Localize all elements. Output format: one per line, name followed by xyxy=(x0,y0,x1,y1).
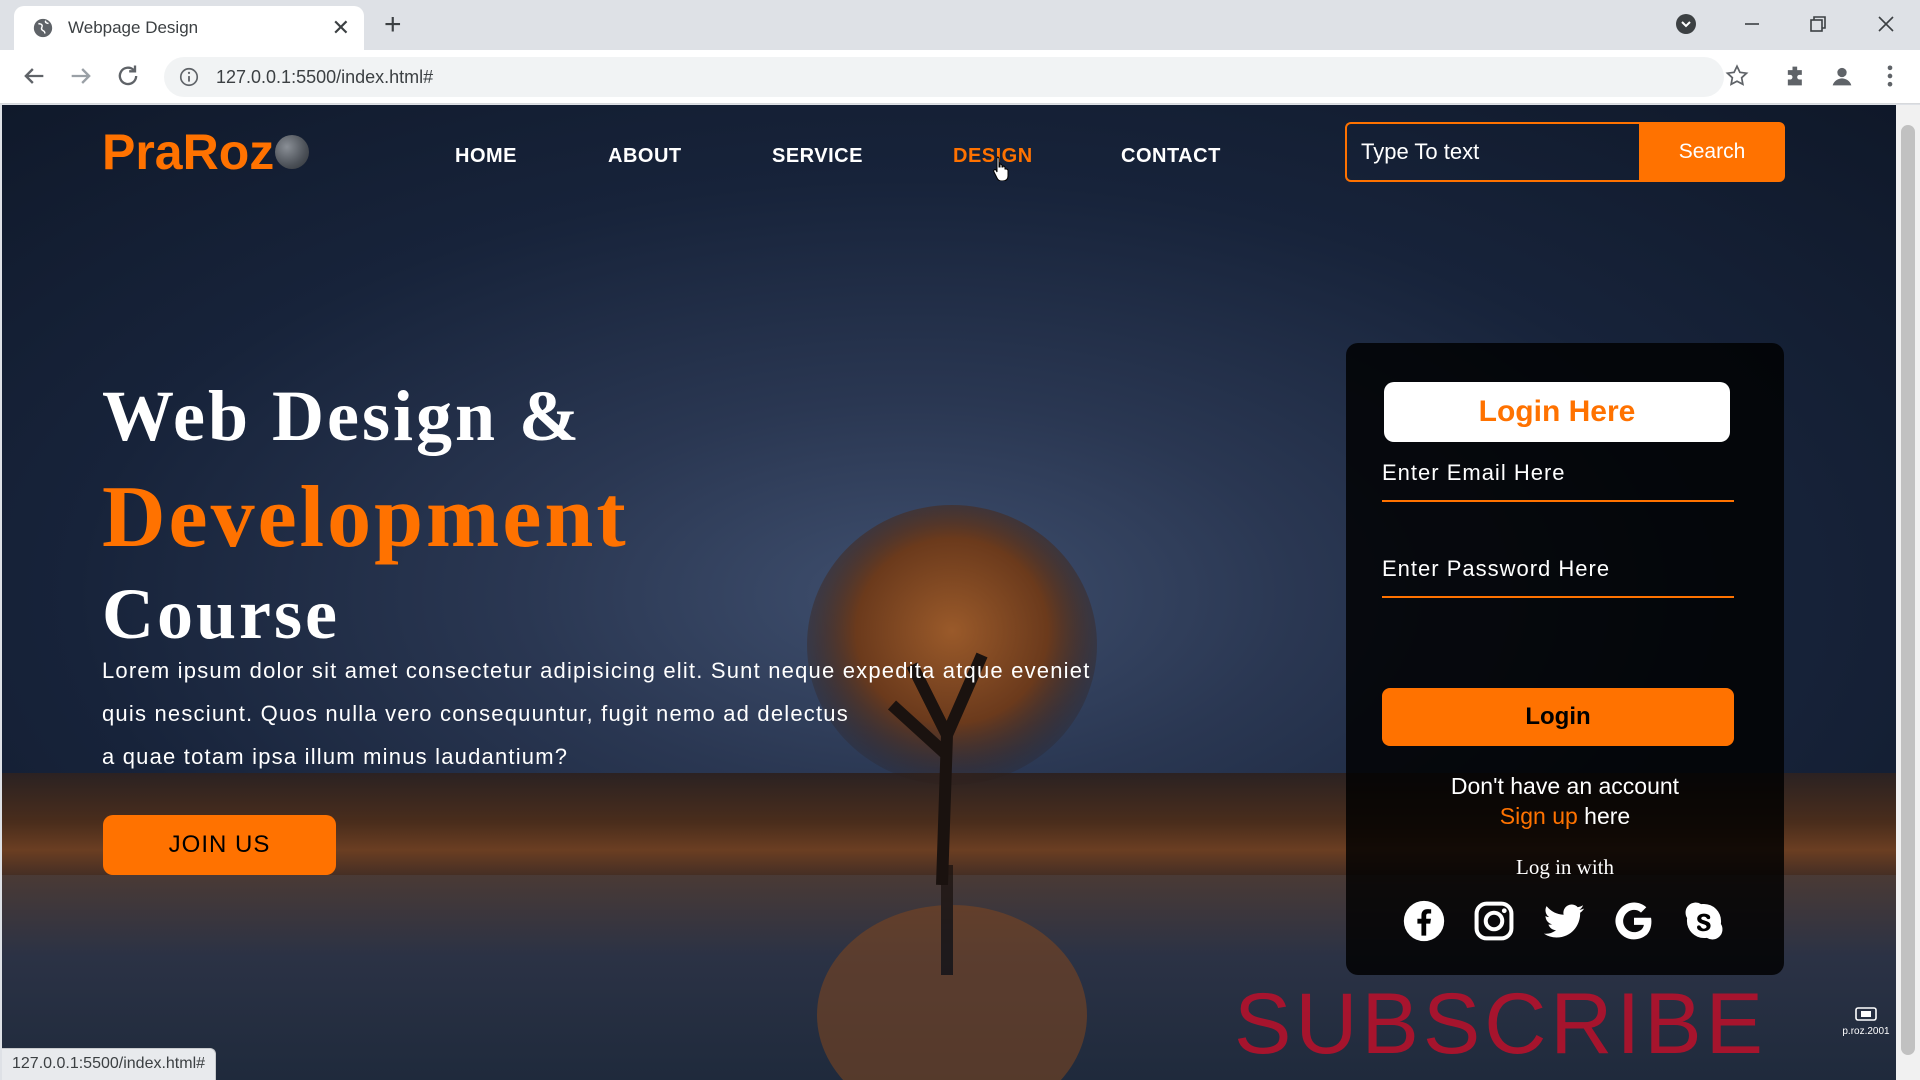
globe-icon xyxy=(33,18,53,38)
hand-cursor-icon xyxy=(993,156,1009,181)
menu-dots-icon[interactable] xyxy=(1876,62,1904,90)
profile-icon[interactable] xyxy=(1828,62,1856,90)
skype-icon[interactable] xyxy=(1682,899,1726,943)
watermark-text: p.roz.2001 xyxy=(1842,1026,1890,1037)
login-title: Login Here xyxy=(1384,382,1730,442)
hero-paragraph-line2: quis nesciunt. Quos nulla vero consequun… xyxy=(102,701,849,726)
search-input[interactable] xyxy=(1345,122,1639,182)
no-account-label: Don't have an account xyxy=(1450,773,1680,799)
browser-toolbar: 127.0.0.1:5500/index.html# xyxy=(0,50,1920,104)
bookmark-star-icon[interactable] xyxy=(1724,63,1750,89)
twitter-icon[interactable] xyxy=(1542,899,1586,943)
extensions-icon[interactable] xyxy=(1782,62,1810,90)
browser-tab[interactable]: Webpage Design ✕ xyxy=(14,6,364,50)
browser-tab-bar: Webpage Design ✕ + xyxy=(0,0,1920,50)
page-viewport: PraRoz HOME ABOUT SERVICE DESIGN CONTACT… xyxy=(2,105,1896,1080)
signup-suffix: here xyxy=(1577,803,1631,829)
tree-illustration xyxy=(807,505,1097,885)
scrollbar-thumb[interactable] xyxy=(1901,125,1915,1055)
tab-close-icon[interactable]: ✕ xyxy=(332,17,350,39)
site-logo[interactable]: PraRoz xyxy=(102,123,274,181)
nav-home[interactable]: HOME xyxy=(455,145,517,168)
instagram-icon[interactable] xyxy=(1472,899,1516,943)
tree-reflection xyxy=(817,865,1087,1080)
status-bar-url: 127.0.0.1:5500/index.html# xyxy=(2,1048,217,1080)
page-scrollbar[interactable] xyxy=(1896,105,1920,1080)
login-card: Login Here Login Don't have an account S… xyxy=(1346,343,1784,975)
info-icon[interactable] xyxy=(178,66,200,88)
login-with-label: Log in with xyxy=(1516,855,1614,879)
reload-icon[interactable] xyxy=(114,62,142,90)
hero-heading-line2: Development xyxy=(102,469,629,566)
hero-paragraph-line1: Lorem ipsum dolor sit amet consectetur a… xyxy=(102,658,1091,683)
search-button[interactable]: Search xyxy=(1639,122,1785,182)
nav-about[interactable]: ABOUT xyxy=(608,145,682,168)
email-field[interactable] xyxy=(1382,446,1734,502)
signup-line: Sign up here xyxy=(1346,801,1784,831)
url-text: 127.0.0.1:5500/index.html# xyxy=(216,66,434,87)
nav-service[interactable]: SERVICE xyxy=(772,145,863,168)
channel-watermark: p.roz.2001 xyxy=(1840,1005,1892,1037)
close-window-icon[interactable] xyxy=(1874,12,1898,36)
google-icon[interactable] xyxy=(1612,899,1656,943)
hero-paragraph-line3: a quae totam ipsa illum minus laudantium… xyxy=(102,744,569,769)
hero-heading-line3: Course xyxy=(102,574,340,654)
no-account-text: Don't have an account Sign up here xyxy=(1346,771,1784,831)
login-button[interactable]: Login xyxy=(1382,688,1734,746)
signup-link[interactable]: Sign up xyxy=(1500,803,1578,829)
password-field[interactable] xyxy=(1382,542,1734,598)
tab-title: Webpage Design xyxy=(68,18,199,37)
address-bar[interactable]: 127.0.0.1:5500/index.html# xyxy=(164,57,1724,97)
minimize-icon[interactable] xyxy=(1740,12,1764,36)
profile-menu-icon[interactable] xyxy=(1674,12,1698,36)
back-icon[interactable] xyxy=(20,62,48,90)
facebook-icon[interactable] xyxy=(1402,899,1446,943)
restore-icon[interactable] xyxy=(1806,12,1830,36)
logo-globe-icon xyxy=(275,135,309,169)
nav-contact[interactable]: CONTACT xyxy=(1121,145,1221,168)
new-tab-button[interactable]: + xyxy=(384,10,402,40)
watermark-logo-icon xyxy=(1855,1007,1877,1021)
forward-icon[interactable] xyxy=(67,62,95,90)
subscribe-overlay: SUBSCRIBE xyxy=(1234,976,1768,1072)
join-us-button[interactable]: JOIN US xyxy=(103,815,336,875)
hero-heading-line1: Web Design & xyxy=(102,376,583,456)
